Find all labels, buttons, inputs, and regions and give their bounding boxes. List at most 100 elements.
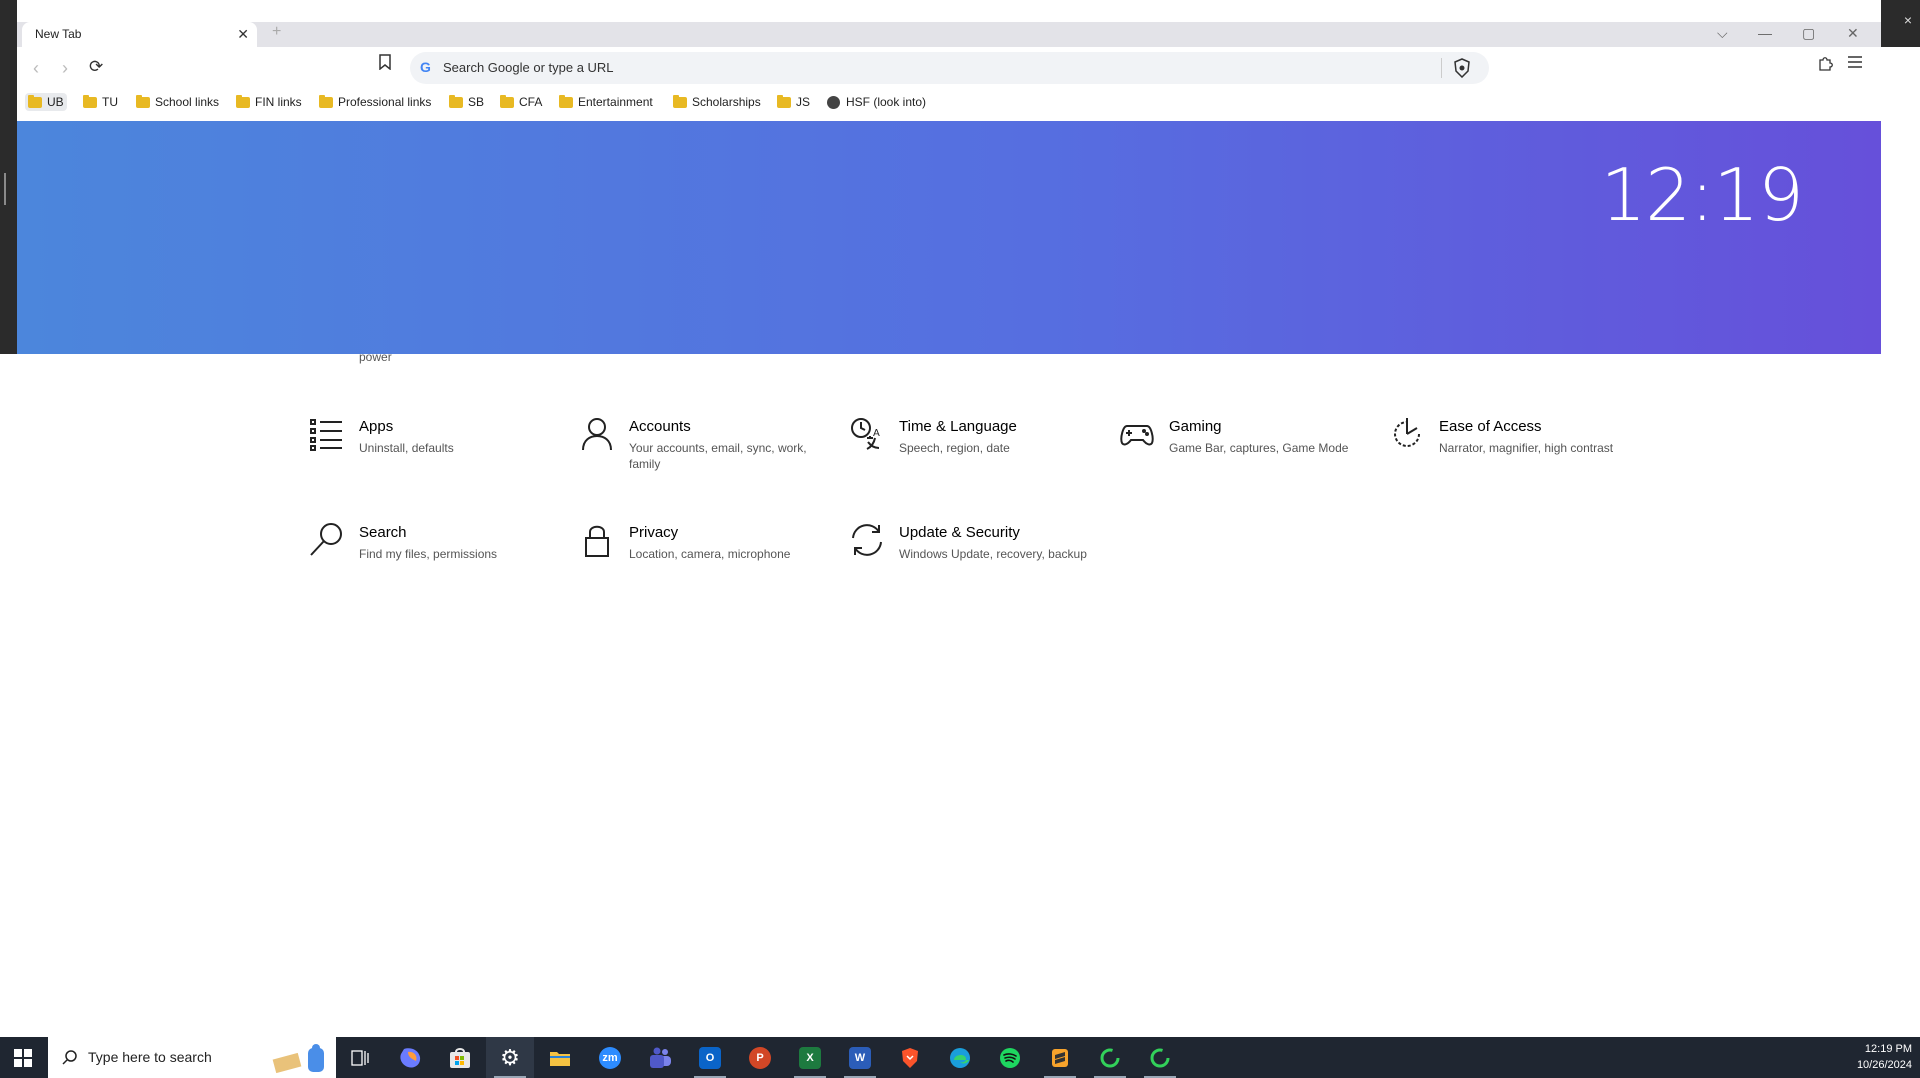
zoom-icon[interactable]: zm xyxy=(586,1037,634,1078)
green-ring-app-icon[interactable] xyxy=(1086,1037,1134,1078)
update-sync-icon xyxy=(849,522,885,558)
scroll-indicator xyxy=(4,173,6,205)
google-g-icon: G xyxy=(420,59,431,75)
microsoft-store-icon[interactable] xyxy=(436,1037,484,1078)
tab-title: New Tab xyxy=(35,27,82,41)
settings-titlebar-fragment: × xyxy=(1881,0,1920,47)
zoom-app-label: zm xyxy=(599,1046,621,1069)
taskbar-clock[interactable]: 12:19 PM 10/26/2024 xyxy=(1857,1041,1912,1073)
bookmark-label: School links xyxy=(155,95,220,109)
new-tab-clock: 12:19 xyxy=(1600,153,1804,237)
search-highlight-illustration-icon xyxy=(272,1044,324,1074)
new-tab-plus-icon[interactable]: + xyxy=(272,23,281,41)
bookmark-folder-sb[interactable]: SB xyxy=(449,93,484,111)
back-arrow-icon[interactable]: ‹ xyxy=(33,58,39,79)
maximize-icon[interactable]: ▢ xyxy=(1802,25,1815,42)
search-icon xyxy=(309,522,345,558)
close-window-icon[interactable]: ✕ xyxy=(1847,25,1859,42)
taskbar: Type here to search ⚙ zm O P X W 12:19 P… xyxy=(0,1037,1920,1078)
time-language-icon: A xyxy=(849,416,885,452)
minimize-icon[interactable]: — xyxy=(1758,25,1772,41)
bookmark-label: SB xyxy=(468,95,485,109)
tile-title: Privacy xyxy=(629,524,679,541)
gaming-icon xyxy=(1119,416,1155,452)
bookmark-folder-js[interactable]: JS xyxy=(777,93,810,111)
settings-tile-update-security[interactable]: Update & Security Windows Update, recove… xyxy=(849,522,1099,592)
folder-icon xyxy=(559,94,573,108)
spotify-icon[interactable] xyxy=(986,1037,1034,1078)
settings-tile-accounts[interactable]: Accounts Your accounts, email, sync, wor… xyxy=(579,416,829,486)
forward-arrow-icon[interactable]: › xyxy=(62,58,68,79)
folder-icon xyxy=(500,94,514,108)
settings-tile-ease-of-access[interactable]: Ease of Access Narrator, magnifier, high… xyxy=(1389,416,1639,486)
ease-of-access-icon xyxy=(1389,416,1425,452)
tile-description: Uninstall, defaults xyxy=(359,441,454,455)
green-ring-app-2-icon[interactable] xyxy=(1136,1037,1184,1078)
tile-description: Game Bar, captures, Game Mode xyxy=(1169,441,1349,455)
address-bar-placeholder: Search Google or type a URL xyxy=(443,60,614,75)
folder-icon xyxy=(673,94,687,108)
powerpoint-app-label: P xyxy=(749,1046,771,1069)
taskbar-date: 10/26/2024 xyxy=(1856,1059,1912,1071)
brave-browser-icon[interactable] xyxy=(886,1037,934,1078)
outlook-icon[interactable]: O xyxy=(686,1037,734,1078)
edge-icon[interactable] xyxy=(936,1037,984,1078)
taskbar-search-placeholder: Type here to search xyxy=(88,1049,212,1065)
bookmark-hsf[interactable]: HSF (look into) xyxy=(827,93,926,111)
sublime-text-icon[interactable] xyxy=(1036,1037,1084,1078)
settings-tile-gaming[interactable]: Gaming Game Bar, captures, Game Mode xyxy=(1119,416,1369,486)
word-icon[interactable]: W xyxy=(836,1037,884,1078)
menu-hamburger-icon[interactable] xyxy=(1847,55,1863,74)
tab-search-chevron-icon[interactable]: ⌵ xyxy=(1717,25,1728,42)
folder-icon xyxy=(136,94,150,108)
taskbar-search-box[interactable]: Type here to search xyxy=(48,1037,336,1078)
bookmark-label: TU xyxy=(102,95,118,109)
bookmark-folder-cfa[interactable]: CFA xyxy=(500,93,542,111)
address-bar[interactable]: G Search Google or type a URL xyxy=(410,52,1489,84)
reload-icon[interactable]: ⟳ xyxy=(89,57,103,77)
bookmark-page-icon[interactable] xyxy=(378,54,392,75)
task-view-icon[interactable] xyxy=(336,1037,384,1078)
close-icon[interactable]: × xyxy=(1904,12,1912,28)
powerpoint-icon[interactable]: P xyxy=(736,1037,784,1078)
folder-icon xyxy=(777,94,791,108)
tile-description: Narrator, magnifier, high contrast xyxy=(1439,441,1614,455)
bookmark-label: HSF (look into) xyxy=(846,95,927,109)
tile-description: Speech, region, date xyxy=(899,441,1010,455)
bookmark-label: JS xyxy=(796,95,811,109)
bookmark-folder-professional-links[interactable]: Professional links xyxy=(319,93,431,111)
privacy-lock-icon xyxy=(579,522,615,558)
settings-tile-privacy[interactable]: Privacy Location, camera, microphone xyxy=(579,522,829,592)
gear-icon: ⚙ xyxy=(500,1044,520,1070)
close-tab-icon[interactable]: ✕ xyxy=(237,26,249,43)
bookmark-folder-tu[interactable]: TU xyxy=(83,93,118,111)
search-icon xyxy=(62,1050,77,1065)
settings-left-edge xyxy=(0,0,17,354)
new-tab-banner: 12:19 xyxy=(17,121,1881,354)
bookmark-folder-fin-links[interactable]: FIN links xyxy=(236,93,302,111)
settings-gear-icon[interactable]: ⚙ xyxy=(486,1037,534,1078)
bookmark-folder-entertainment[interactable]: Entertainment xyxy=(559,93,653,111)
brave-shields-icon[interactable] xyxy=(1453,58,1471,83)
browser-window: New Tab ✕ + ⌵ — ▢ ✕ ‹ › ⟳ G Search Googl… xyxy=(17,22,1881,354)
settings-tile-time-language[interactable]: A Time & Language Speech, region, date xyxy=(849,416,1099,486)
bookmark-folder-scholarships[interactable]: Scholarships xyxy=(673,93,761,111)
tile-title: Ease of Access xyxy=(1439,418,1542,435)
bookmark-label: Entertainment xyxy=(578,95,653,109)
excel-icon[interactable]: X xyxy=(786,1037,834,1078)
settings-tile-apps[interactable]: Apps Uninstall, defaults xyxy=(309,416,559,486)
start-button[interactable] xyxy=(0,1037,46,1078)
folder-icon xyxy=(83,94,97,108)
tab-new-tab[interactable]: New Tab ✕ xyxy=(22,22,257,47)
teams-icon[interactable] xyxy=(636,1037,684,1078)
file-explorer-icon[interactable] xyxy=(536,1037,584,1078)
windows-logo-icon xyxy=(14,1048,32,1067)
extensions-puzzle-icon[interactable] xyxy=(1817,55,1833,76)
tile-title: Apps xyxy=(359,418,394,435)
bookmark-folder-ub[interactable]: UB xyxy=(25,93,67,111)
tab-strip: New Tab ✕ + ⌵ — ▢ ✕ xyxy=(17,22,1881,47)
bookmark-folder-school-links[interactable]: School links xyxy=(136,93,219,111)
settings-tile-search[interactable]: Search Find my files, permissions xyxy=(309,522,559,592)
copilot-icon[interactable] xyxy=(386,1037,434,1078)
bookmark-label: Professional links xyxy=(338,95,432,109)
